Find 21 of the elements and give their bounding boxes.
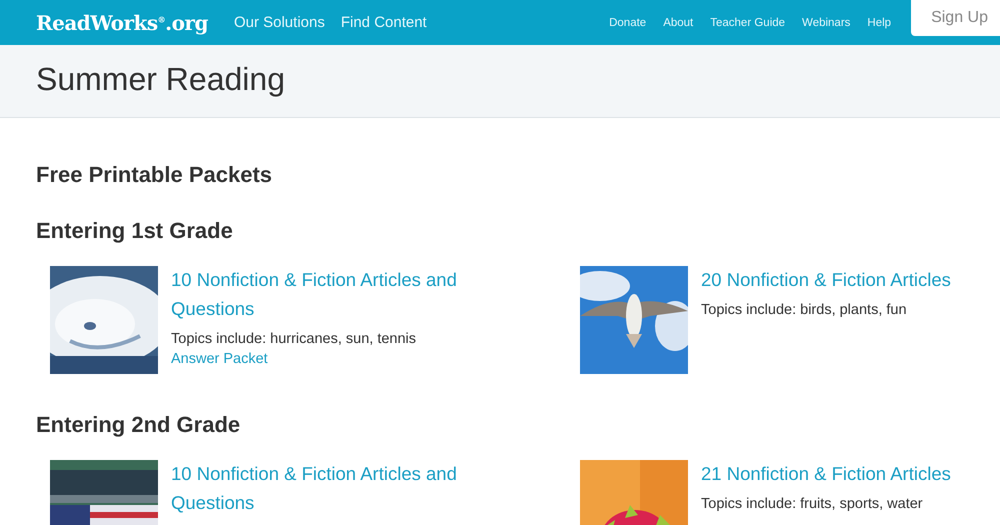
topics-text: Topics include: birds, plants, fun xyxy=(701,302,908,318)
packet-link[interactable]: 10 Nonfiction & Fiction Articles and Questions xyxy=(171,459,481,517)
nav-link[interactable]: Teacher Guide xyxy=(710,16,786,28)
nav-link[interactable]: Help xyxy=(867,16,892,28)
nav-link[interactable]: Find Content xyxy=(340,14,427,31)
site-logo[interactable]: ReadWorks$^{®}$.org xyxy=(36,10,208,34)
grade-heading: Entering 2nd Grade xyxy=(36,412,242,438)
section-heading: Free Printable Packets xyxy=(36,162,274,188)
nav-link[interactable]: Our Solutions xyxy=(234,14,325,31)
packet-link[interactable]: 21 Nonfiction & Fiction Articles xyxy=(701,459,1000,488)
nav-link[interactable]: Webinars xyxy=(802,16,850,28)
packet-link[interactable]: 20 Nonfiction & Fiction Articles xyxy=(701,265,1000,294)
topics-text: Topics include: fruits, sports, water xyxy=(701,496,924,512)
nav-link[interactable]: About xyxy=(663,16,694,28)
packet-link[interactable]: 10 Nonfiction & Fiction Articles and Questions xyxy=(171,265,481,323)
nav-link[interactable]: Donate xyxy=(609,16,646,28)
answer-packet-link[interactable]: Answer Packet xyxy=(171,351,268,367)
topics-text: Topics include: hurricanes, sun, tennis xyxy=(171,331,418,347)
page-title: Summer Reading xyxy=(36,61,286,98)
grade-heading: Entering 1st Grade xyxy=(36,218,234,244)
sign-up-button[interactable]: Sign Up xyxy=(911,0,1000,36)
